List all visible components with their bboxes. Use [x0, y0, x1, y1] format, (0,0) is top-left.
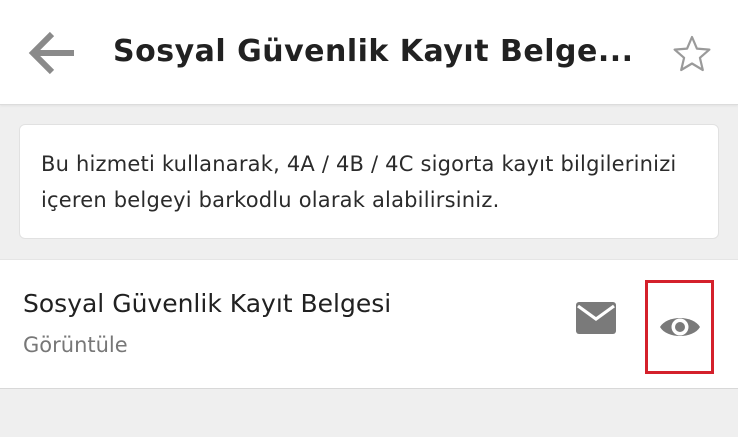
- mail-icon: [576, 302, 616, 334]
- info-card: Bu hizmeti kullanarak, 4A / 4B / 4C sigo…: [19, 124, 719, 239]
- back-button[interactable]: [24, 28, 80, 78]
- page-title: Sosyal Güvenlik Kayıt Belge...: [113, 34, 633, 69]
- view-button[interactable]: [645, 280, 714, 374]
- service-subtitle: Görüntüle: [23, 333, 128, 357]
- eye-icon: [660, 318, 700, 336]
- star-outline-icon: [673, 35, 711, 72]
- favorite-button[interactable]: [672, 34, 712, 74]
- app-bar: Sosyal Güvenlik Kayıt Belge...: [0, 0, 738, 105]
- mail-button[interactable]: [574, 300, 618, 336]
- service-list-item[interactable]: Sosyal Güvenlik Kayıt Belgesi Görüntüle: [0, 259, 738, 389]
- info-text: Bu hizmeti kullanarak, 4A / 4B / 4C sigo…: [41, 152, 677, 212]
- service-title: Sosyal Güvenlik Kayıt Belgesi: [23, 289, 392, 318]
- arrow-back-icon: [28, 31, 74, 75]
